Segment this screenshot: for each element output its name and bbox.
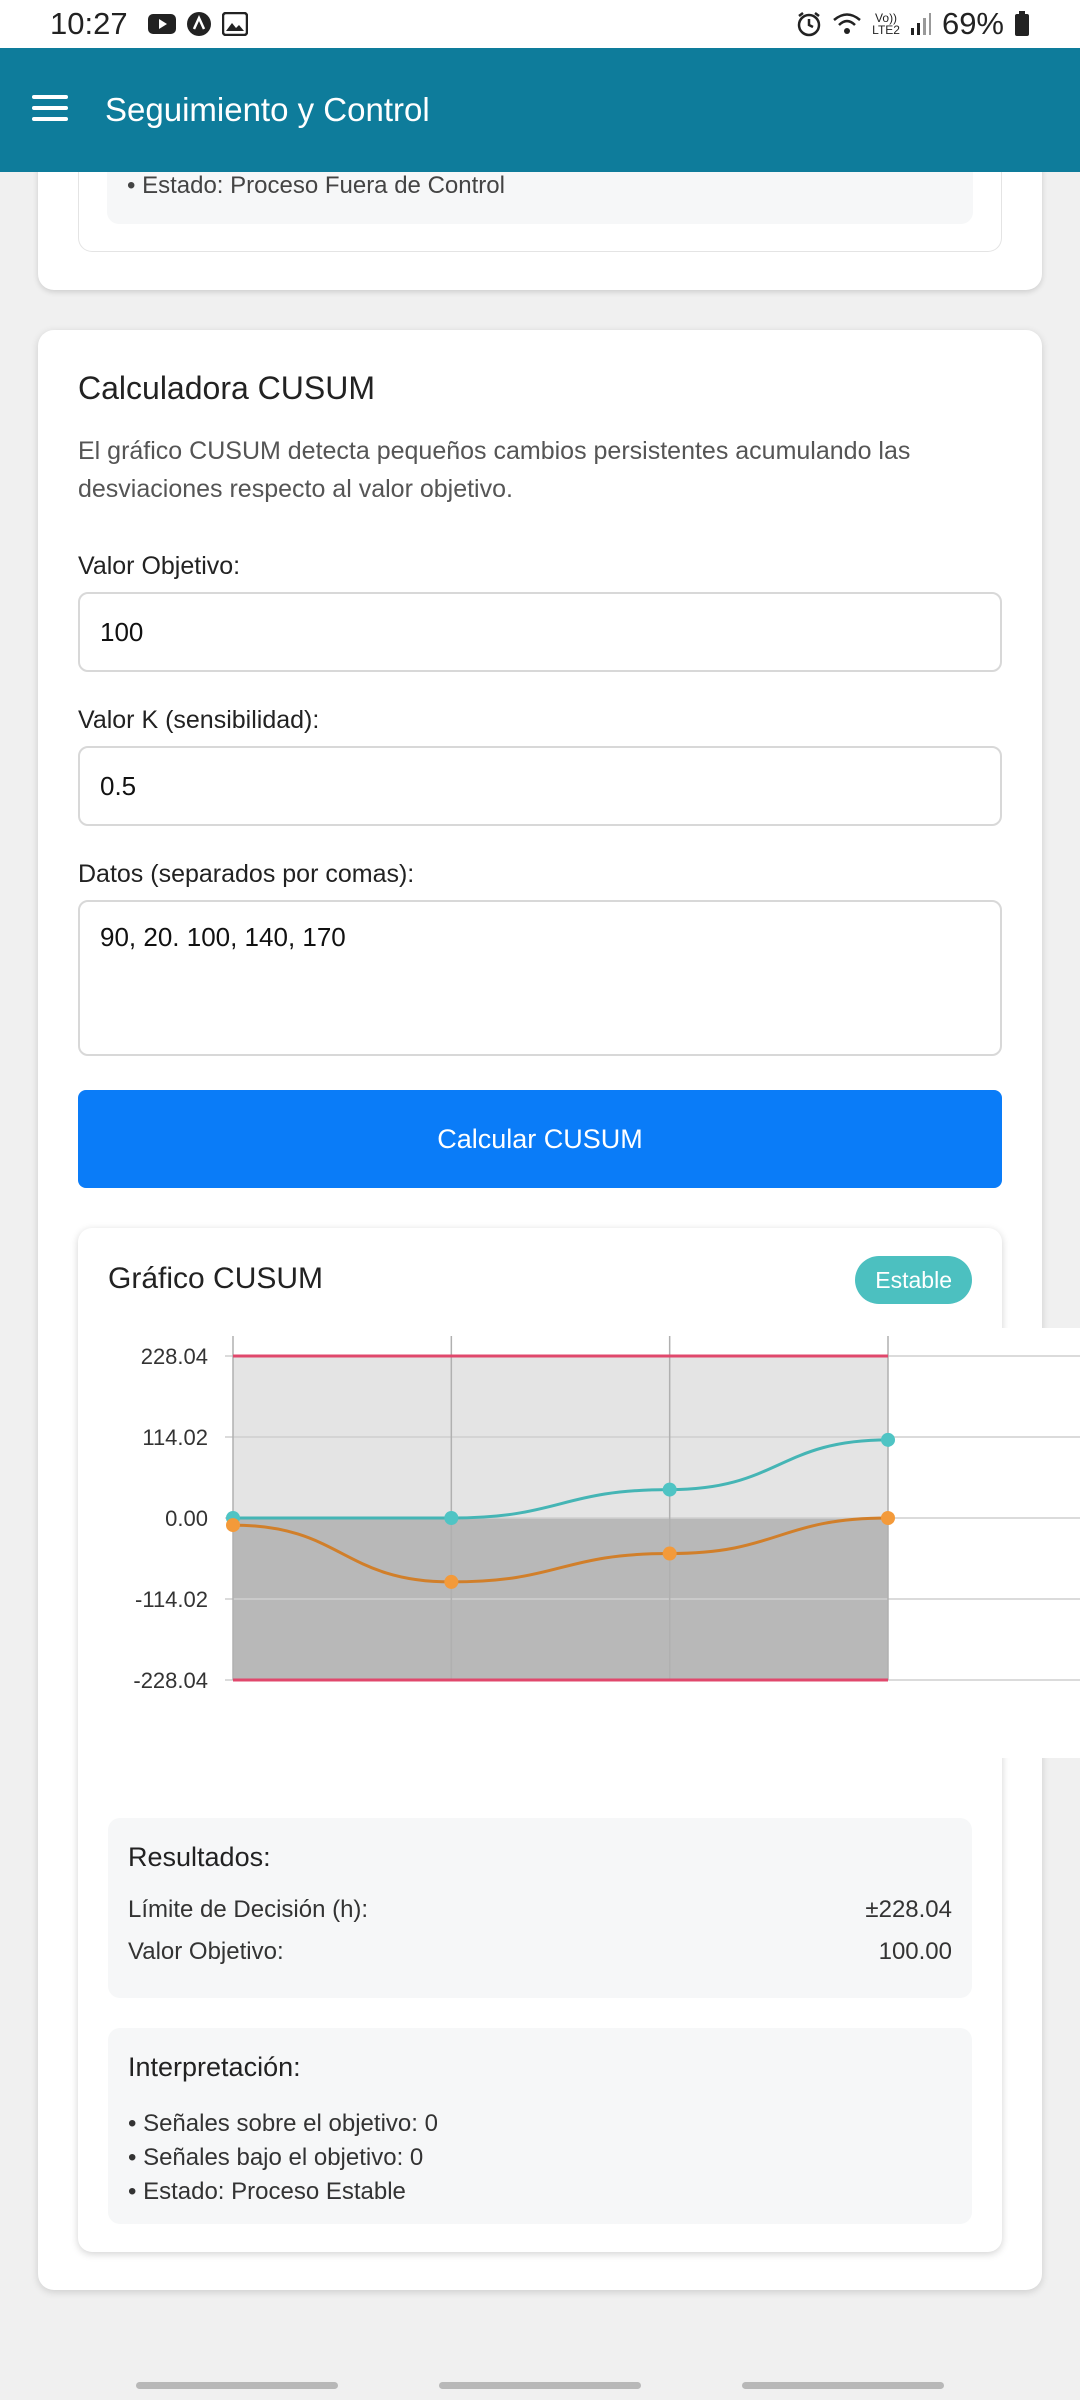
y-tick-label: 114.02: [142, 1425, 208, 1450]
result-label: Límite de Decisión (h):: [128, 1896, 369, 1923]
status-bar: 10:27 Vo)) LTE2 69%: [0, 0, 1080, 48]
previous-card: • Estado: Proceso Fuera de Control: [38, 172, 1042, 290]
y-tick-label: 228.04: [141, 1344, 208, 1369]
data-point: [444, 1511, 459, 1525]
data-label: Datos (separados por comas):: [78, 860, 415, 888]
volte-icon: Vo)) LTE2: [872, 11, 900, 37]
results-box: Resultados: Límite de Decisión (h): ±228…: [108, 1818, 972, 1998]
data-point: [881, 1432, 895, 1447]
y-tick-label: -228.04: [133, 1668, 208, 1693]
results-title: Resultados:: [128, 1842, 271, 1872]
data-point: [226, 1518, 240, 1533]
y-tick-label: -114.02: [135, 1587, 208, 1612]
nav-back-handle[interactable]: [742, 2382, 944, 2389]
k-value: 0.5: [100, 770, 137, 801]
interpretation-title: Interpretación:: [128, 2052, 301, 2082]
app-icon: [186, 11, 212, 37]
k-label: Valor K (sensibilidad):: [78, 706, 320, 734]
battery-percent: 69%: [941, 6, 1004, 41]
result-label: Valor Objetivo:: [128, 1938, 284, 1965]
previous-status-line: • Estado: Proceso Fuera de Control: [127, 172, 505, 199]
nav-home-handle[interactable]: [439, 2382, 641, 2389]
data-point: [881, 1511, 895, 1525]
plot-overflow: [886, 1328, 1080, 1758]
target-label: Valor Objetivo:: [78, 552, 241, 580]
status-badge: Estable: [855, 1256, 972, 1304]
wifi-icon: [832, 12, 862, 36]
nav-recents-handle[interactable]: [136, 2382, 338, 2389]
target-value: 100: [100, 616, 144, 647]
chart-title: Gráfico CUSUM: [108, 1262, 324, 1295]
interpretation-box: Interpretación: • Señales sobre el objet…: [108, 2028, 972, 2224]
data-point: [444, 1574, 459, 1589]
result-value: 100.00: [878, 1938, 952, 1965]
system-nav-bar: [0, 2360, 1080, 2400]
interpretation-line: • Señales sobre el objetivo: 0: [128, 2110, 438, 2137]
battery-icon: [1014, 11, 1030, 37]
y-tick-label: 0.00: [165, 1506, 208, 1531]
cusum-description: El gráfico CUSUM detecta pequeños cambio…: [78, 437, 911, 503]
data-point: [662, 1482, 677, 1497]
alarm-icon: [796, 11, 822, 37]
page-title: Seguimiento y Control: [105, 91, 430, 128]
k-input[interactable]: 0.5: [78, 746, 1002, 826]
menu-button[interactable]: [0, 48, 100, 172]
calculate-cusum-button[interactable]: Calcular CUSUM: [78, 1090, 1002, 1188]
cusum-title: Calculadora CUSUM: [78, 370, 375, 406]
chart-card: Gráfico CUSUM Estable 228.04 114.02 0.00 -1…: [78, 1228, 1080, 2252]
interpretation-line: • Señales bajo el objetivo: 0: [128, 2144, 424, 2171]
result-value: ±228.04: [865, 1896, 952, 1923]
content-scroll[interactable]: • Estado: Proceso Fuera de Control Calcu…: [0, 172, 1080, 2360]
status-time: 10:27: [50, 6, 128, 41]
signal-icon: [910, 12, 932, 36]
result-row-target: Valor Objetivo: 100.00: [128, 1938, 952, 1966]
cusum-card: Calculadora CUSUM El gráfico CUSUM detec…: [38, 330, 1080, 2290]
hamburger-menu-icon: [32, 94, 68, 126]
result-row-decision-limit: Límite de Decisión (h): ±228.04: [128, 1896, 952, 1924]
previous-card-inner: • Estado: Proceso Fuera de Control: [78, 172, 1002, 252]
app-bar: Seguimiento y Control: [0, 48, 1080, 172]
data-point: [662, 1546, 677, 1561]
target-input[interactable]: 100: [78, 592, 1002, 672]
interpretation-line: • Estado: Proceso Estable: [128, 2178, 406, 2205]
youtube-icon: [147, 13, 176, 35]
data-textarea[interactable]: 90, 20. 100, 140, 170: [78, 900, 1002, 1056]
previous-interpretation-box: • Estado: Proceso Fuera de Control: [107, 172, 973, 224]
data-value: 90, 20. 100, 140, 170: [100, 922, 346, 952]
gallery-icon: [221, 12, 248, 36]
cusum-chart: 228.04 114.02 0.00 -114.02 -228.04: [133, 1328, 1080, 1758]
